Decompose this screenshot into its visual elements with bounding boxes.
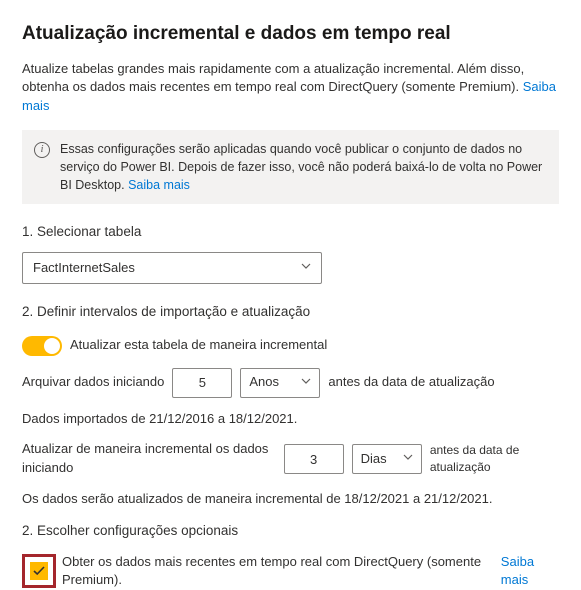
option1-row: Obter os dados mais recentes em tempo re… bbox=[22, 553, 559, 590]
imported-note: Dados importados de 21/12/2016 a 18/12/2… bbox=[22, 410, 559, 429]
dialog-title: Atualização incremental e dados em tempo… bbox=[22, 20, 559, 48]
step3-label: 2. Escolher configurações opcionais bbox=[22, 521, 559, 541]
intro-text: Atualize tabelas grandes mais rapidament… bbox=[22, 61, 524, 95]
banner-learn-more-link[interactable]: Saiba mais bbox=[128, 178, 190, 192]
refresh-row: Atualizar de maneira incremental os dado… bbox=[22, 440, 559, 478]
table-select-value: FactInternetSales bbox=[33, 259, 135, 278]
refresh-unit-dropdown[interactable]: Dias bbox=[352, 444, 422, 474]
toggle-row: Atualizar esta tabela de maneira increme… bbox=[22, 336, 559, 356]
refresh-suffix: antes da data de atualização bbox=[430, 442, 559, 477]
archive-value-input[interactable] bbox=[172, 368, 232, 398]
toggle-label: Atualizar esta tabela de maneira increme… bbox=[70, 336, 327, 355]
archive-unit-dropdown[interactable]: Anos bbox=[240, 368, 320, 398]
realtime-directquery-checkbox[interactable] bbox=[30, 562, 48, 580]
info-banner: i Essas configurações serão aplicadas qu… bbox=[22, 130, 559, 204]
banner-content: Essas configurações serão aplicadas quan… bbox=[60, 140, 547, 194]
chevron-down-icon bbox=[301, 263, 311, 273]
archive-prefix: Arquivar dados iniciando bbox=[22, 373, 164, 392]
step1-label: 1. Selecionar tabela bbox=[22, 222, 559, 242]
archive-suffix: antes da data de atualização bbox=[328, 373, 494, 392]
step2-label: 2. Definir intervalos de importação e at… bbox=[22, 302, 559, 322]
refresh-value-input[interactable] bbox=[284, 444, 344, 474]
archive-row: Arquivar dados iniciando Anos antes da d… bbox=[22, 368, 559, 398]
refresh-note: Os dados serão atualizados de maneira in… bbox=[22, 490, 559, 509]
highlight-marker bbox=[22, 554, 56, 588]
table-select-dropdown[interactable]: FactInternetSales bbox=[22, 252, 322, 284]
refresh-prefix: Atualizar de maneira incremental os dado… bbox=[22, 440, 276, 478]
intro-paragraph: Atualize tabelas grandes mais rapidament… bbox=[22, 60, 559, 117]
refresh-unit-value: Dias bbox=[361, 450, 387, 469]
chevron-down-icon bbox=[301, 378, 311, 388]
option1-text: Obter os dados mais recentes em tempo re… bbox=[62, 553, 499, 590]
archive-unit-value: Anos bbox=[249, 373, 279, 392]
incremental-toggle[interactable] bbox=[22, 336, 62, 356]
info-icon: i bbox=[34, 142, 50, 158]
option1-learn-more-link[interactable]: Saiba mais bbox=[501, 553, 559, 590]
chevron-down-icon bbox=[403, 454, 413, 464]
